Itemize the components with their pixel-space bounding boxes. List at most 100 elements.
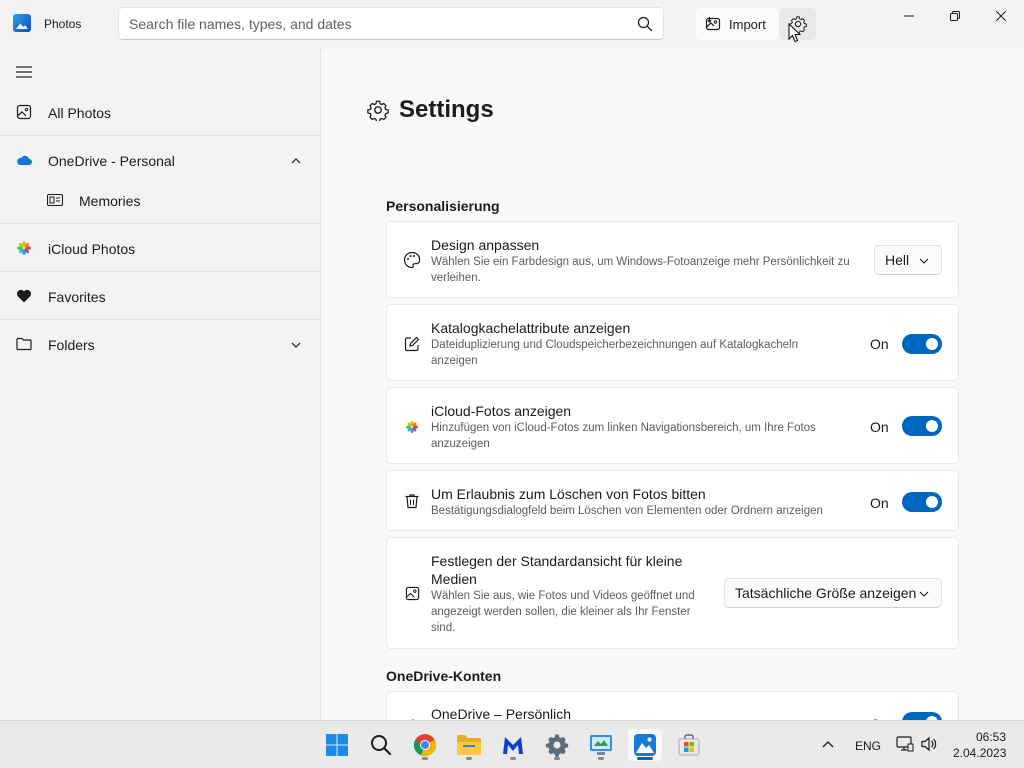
- minimize-icon: [904, 15, 914, 17]
- sidebar-divider: [0, 271, 320, 272]
- sidebar-item-label: Favorites: [48, 289, 106, 305]
- sidebar-item-memories[interactable]: Memories: [0, 178, 320, 224]
- toggle-state-label: On: [870, 495, 889, 511]
- setting-title: OneDrive – Persönlich: [431, 706, 572, 720]
- taskbar-chrome[interactable]: [409, 729, 441, 761]
- clock-time[interactable]: 06:53: [976, 730, 1006, 744]
- active-indicator: [637, 757, 653, 760]
- setting-title: Design anpassen: [431, 237, 540, 253]
- sidebar-divider: [0, 135, 320, 136]
- sidebar-divider: [0, 223, 320, 224]
- chevron-down-icon: [919, 258, 929, 264]
- toggle-state-label: On: [870, 419, 889, 435]
- restore-button[interactable]: [932, 0, 978, 32]
- windows-logo-icon: [326, 734, 348, 756]
- icloud-photos-icon: [403, 418, 421, 436]
- theme-dropdown[interactable]: Hell: [874, 245, 942, 275]
- network-icon[interactable]: [896, 736, 914, 752]
- search-icon[interactable]: [637, 16, 653, 32]
- settings-page: Settings Personalisierung Design anpasse…: [321, 48, 1024, 720]
- running-indicator: [510, 757, 516, 760]
- sidebar-item-label: iCloud Photos: [48, 241, 136, 257]
- sidebar-item-label: Memories: [79, 193, 141, 209]
- sidebar-item-favorites[interactable]: Favorites: [0, 274, 320, 320]
- setting-description: anzeigen: [431, 355, 478, 367]
- app-title: Photos: [44, 17, 82, 31]
- photo-icon: [403, 584, 421, 602]
- malwarebytes-icon: [503, 737, 523, 754]
- running-indicator: [554, 757, 560, 760]
- catalog-attributes-toggle[interactable]: [902, 334, 942, 354]
- setting-description: verleihen.: [431, 272, 481, 284]
- hamburger-menu-icon[interactable]: [16, 66, 32, 78]
- taskbar-settings[interactable]: [541, 729, 573, 761]
- default-view-dropdown[interactable]: Tatsächliche Größe anzeigen: [724, 578, 942, 608]
- taskbar-control-panel[interactable]: [585, 729, 617, 761]
- minimize-button[interactable]: [886, 0, 932, 32]
- gear-icon: [545, 734, 569, 757]
- chevron-up-icon[interactable]: [290, 155, 302, 167]
- taskbar-file-explorer[interactable]: [453, 729, 485, 761]
- sidebar-item-label: OneDrive - Personal: [48, 153, 175, 169]
- import-button[interactable]: Import: [696, 8, 779, 40]
- section-header-onedrive-accounts: OneDrive-Konten: [386, 668, 502, 684]
- search-input[interactable]: [129, 15, 619, 33]
- setting-description: anzuzeigen: [431, 438, 490, 450]
- heart-icon: [16, 288, 32, 304]
- setting-card-default-small-media-view: Festlegen der Standardansicht für kleine…: [386, 537, 959, 649]
- setting-description: sind.: [431, 622, 456, 634]
- delete-confirmation-toggle[interactable]: [902, 492, 942, 512]
- dropdown-value: Hell: [885, 252, 910, 268]
- taskbar: ENG 06:53 2.04.2023: [0, 720, 1024, 768]
- setting-description: Dateiduplizierung und Cloudspeicherbezei…: [431, 339, 798, 351]
- language-indicator[interactable]: ENG: [855, 739, 881, 753]
- taskbar-microsoft-store[interactable]: [673, 729, 705, 761]
- setting-card-catalog-tile-attributes: Katalogkachelattribute anzeigen Dateidup…: [386, 304, 959, 381]
- sidebar-item-label: All Photos: [48, 105, 112, 121]
- onedrive-personal-toggle[interactable]: [902, 712, 942, 720]
- chrome-icon: [413, 734, 437, 757]
- icloud-photos-icon: [16, 240, 32, 256]
- search-icon: [371, 735, 392, 756]
- setting-description: Bestätigungsdialogfeld beim Löschen von …: [431, 505, 823, 517]
- trash-icon: [403, 492, 421, 510]
- taskbar-search-button[interactable]: [365, 729, 397, 761]
- setting-card-icloud-photos: iCloud-Fotos anzeigen Hinzufügen von iCl…: [386, 387, 959, 464]
- control-panel-icon: [590, 735, 612, 755]
- photos-app-icon: [13, 14, 31, 32]
- sidebar-item-all-photos[interactable]: All Photos: [0, 90, 320, 136]
- search-box[interactable]: [118, 7, 664, 40]
- setting-title: Um Erlaubnis zum Löschen von Fotos bitte…: [431, 486, 706, 502]
- setting-description: angezeigt werden sollen, die kleiner als…: [431, 606, 691, 618]
- memories-icon: [47, 192, 63, 208]
- chevron-down-icon[interactable]: [290, 339, 302, 351]
- import-icon: [705, 17, 721, 31]
- edit-icon: [403, 335, 421, 353]
- tray-overflow-chevron-icon[interactable]: [822, 740, 834, 750]
- page-title-text: Settings: [399, 96, 494, 123]
- sidebar-divider: [0, 319, 320, 320]
- running-indicator: [598, 757, 604, 760]
- chevron-down-icon: [919, 591, 929, 597]
- photo-icon: [16, 104, 32, 120]
- running-indicator: [422, 757, 428, 760]
- close-button[interactable]: [978, 0, 1024, 32]
- setting-title: Medien: [431, 571, 477, 587]
- navigation-sidebar: All Photos OneDrive - Personal Memories: [0, 48, 320, 720]
- setting-card-theme: Design anpassen Wählen Sie ein Farbdesig…: [386, 221, 959, 298]
- setting-description: Hinzufügen von iCloud-Fotos zum linken N…: [431, 422, 816, 434]
- sidebar-item-label: Folders: [48, 337, 95, 353]
- section-header-personalization: Personalisierung: [386, 198, 500, 214]
- setting-card-onedrive-personal: OneDrive – Persönlich On: [386, 691, 959, 720]
- setting-title: iCloud-Fotos anzeigen: [431, 403, 572, 419]
- running-indicator: [466, 757, 472, 760]
- sidebar-item-folders[interactable]: Folders: [0, 322, 320, 368]
- clock-date[interactable]: 2.04.2023: [953, 746, 1006, 760]
- icloud-photos-toggle[interactable]: [902, 416, 942, 436]
- sidebar-item-icloud-photos[interactable]: iCloud Photos: [0, 226, 320, 272]
- restore-icon: [950, 11, 960, 21]
- start-button[interactable]: [321, 729, 353, 761]
- taskbar-malwarebytes[interactable]: [497, 729, 529, 761]
- taskbar-photos[interactable]: [628, 729, 662, 761]
- volume-icon[interactable]: [920, 736, 938, 752]
